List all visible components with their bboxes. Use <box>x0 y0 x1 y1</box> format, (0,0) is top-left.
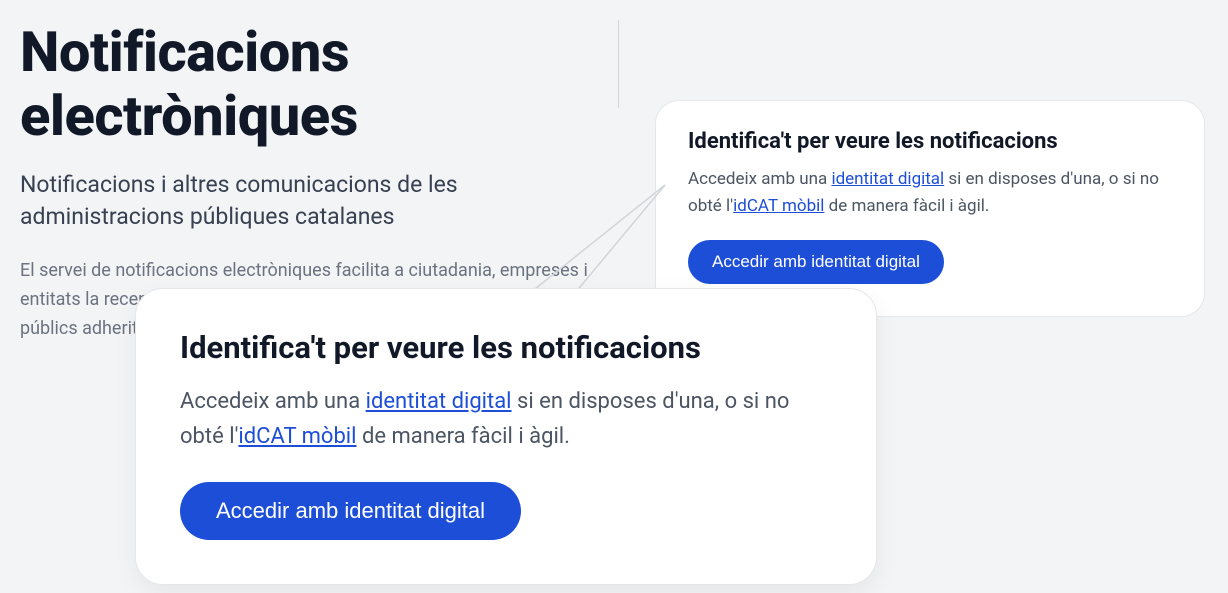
access-digital-identity-button-zoomed[interactable]: Accedir amb identitat digital <box>180 482 521 540</box>
idcat-mobil-link[interactable]: idCAT mòbil <box>733 196 824 216</box>
identify-card-zoomed-description: Accedeix amb una identitat digital si en… <box>180 384 832 454</box>
card-desc-pre: Accedeix amb una <box>688 169 831 189</box>
identify-card-zoomed: Identifica't per veure les notificacions… <box>135 288 877 585</box>
access-digital-identity-button[interactable]: Accedir amb identitat digital <box>688 240 944 284</box>
identify-card-title: Identifica't per veure les notificacions <box>688 129 1172 154</box>
identitat-digital-link-zoomed[interactable]: identitat digital <box>366 389 512 414</box>
idcat-mobil-link-zoomed[interactable]: idCAT mòbil <box>238 424 356 449</box>
page-title: Notificacions electròniques <box>20 20 590 149</box>
identitat-digital-link[interactable]: identitat digital <box>831 169 944 189</box>
identify-card-description: Accedeix amb una identitat digital si en… <box>688 166 1172 220</box>
card-zoomed-desc-pre: Accedeix amb una <box>180 389 366 414</box>
page-subtitle: Notificacions i altres comunicacions de … <box>20 169 590 233</box>
identify-card: Identifica't per veure les notificacions… <box>655 100 1205 317</box>
card-desc-post: de manera fàcil i àgil. <box>824 196 989 216</box>
card-zoomed-desc-post: de manera fàcil i àgil. <box>357 424 570 449</box>
identify-card-zoomed-title: Identifica't per veure les notificacions <box>180 329 832 366</box>
vertical-divider <box>618 20 619 108</box>
